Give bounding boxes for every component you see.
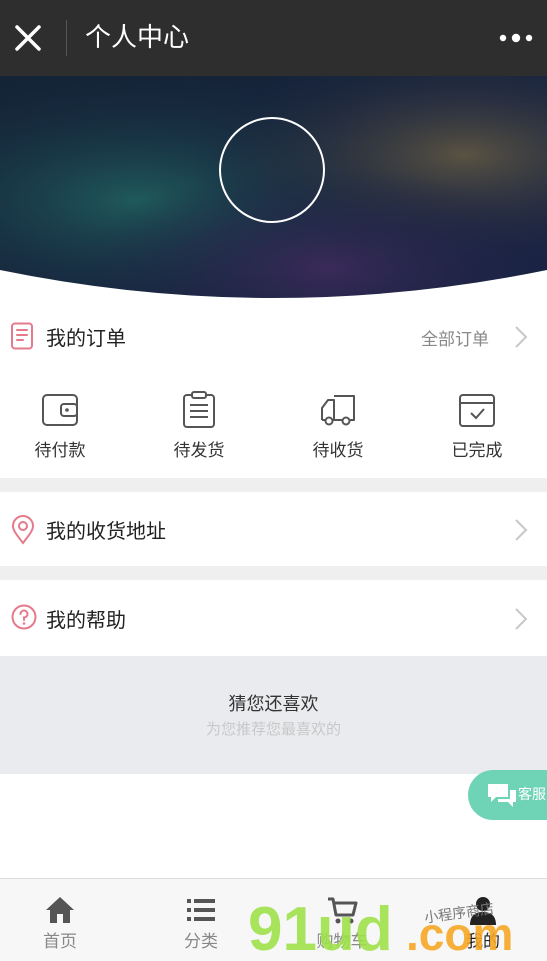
help-label: 我的帮助 <box>46 608 126 632</box>
address-label: 我的收货地址 <box>46 519 166 543</box>
status-label: 待付款 <box>34 441 86 461</box>
tab-category[interactable]: 分类 <box>146 879 256 961</box>
recommend-title: 猜您还喜欢 <box>228 694 319 715</box>
truck-icon <box>321 395 355 426</box>
wallet-icon <box>42 394 78 426</box>
status-label: 已完成 <box>451 441 503 461</box>
avatar[interactable] <box>219 117 325 223</box>
tab-label: 首页 <box>43 932 77 952</box>
status-label: 待收货 <box>312 441 364 461</box>
status-pending-shipment[interactable]: 待发货 <box>149 390 249 461</box>
order-list-icon <box>11 322 33 350</box>
status-pending-payment[interactable]: 待付款 <box>10 390 110 461</box>
watermark-logo: 91ud .com 小程序商店 <box>248 895 513 960</box>
section-divider <box>0 566 547 580</box>
home-icon <box>46 897 74 923</box>
customer-service-label: 客服 <box>518 787 546 803</box>
chat-bubble-icon <box>488 784 516 807</box>
status-pending-receipt[interactable]: 待收货 <box>288 390 388 461</box>
clipboard-icon <box>183 391 215 428</box>
chevron-right-icon[interactable] <box>514 325 528 349</box>
check-box-icon <box>459 394 495 427</box>
chevron-right-icon[interactable] <box>514 607 528 631</box>
status-label: 待发货 <box>173 441 225 461</box>
close-icon[interactable] <box>12 22 44 54</box>
section-divider <box>0 478 547 492</box>
all-orders-link[interactable]: 全部订单 <box>421 325 489 350</box>
more-dots-icon[interactable] <box>496 28 536 48</box>
status-completed[interactable]: 已完成 <box>427 390 527 461</box>
title-bar: 个人中心 <box>0 0 547 76</box>
tab-label: 分类 <box>184 932 218 952</box>
title-divider <box>66 20 67 56</box>
list-icon <box>187 899 215 921</box>
svg-text:91ud: 91ud <box>248 895 393 960</box>
question-circle-icon <box>11 604 37 630</box>
chevron-right-icon[interactable] <box>514 518 528 542</box>
location-pin-icon <box>11 515 35 545</box>
page-title: 个人中心 <box>85 23 190 53</box>
recommend-subtitle: 为您推荐您最喜欢的 <box>205 720 341 738</box>
tab-home[interactable]: 首页 <box>5 879 115 961</box>
my-orders-label: 我的订单 <box>46 326 126 350</box>
